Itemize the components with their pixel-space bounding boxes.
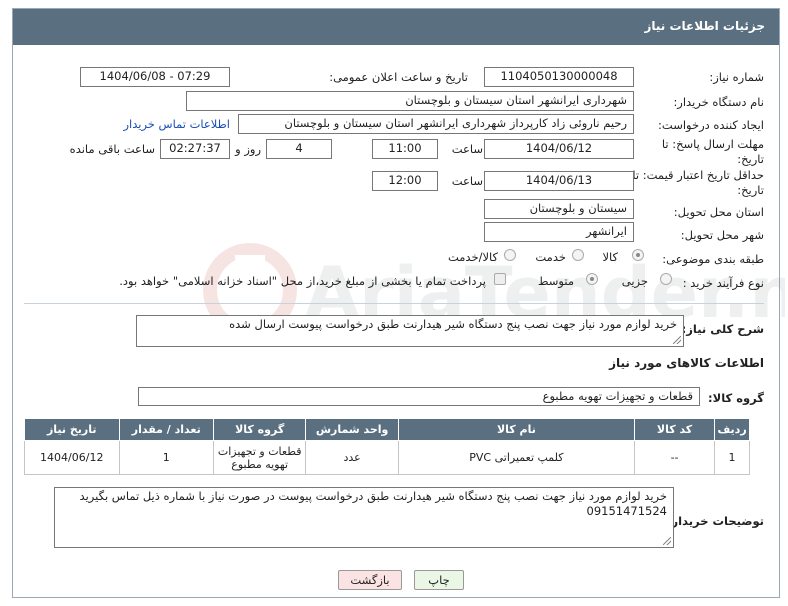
table-header-cell: کد کالا — [633, 418, 716, 441]
category-option-goods-service: کالا/خدمت — [447, 250, 498, 264]
category-option-service: خدمت — [535, 250, 566, 264]
delivery-city-label: شهر محل تحویل: — [680, 228, 764, 242]
description-textarea[interactable]: خرید لوازم مورد نیاز جهت نصب پنج دستگاه … — [136, 315, 684, 347]
table-cell-group: قطعات و تجهیزات تهویه مطبوع — [212, 440, 307, 475]
table-cell-quantity: 1 — [118, 440, 214, 475]
table-cell-unit: عدد — [305, 440, 399, 475]
goods-table: ردیف کد کالا نام کالا واحد شمارش گروه کا… — [24, 418, 750, 475]
price-validity-time-field: 12:00 — [372, 171, 438, 191]
description-label: شرح کلی نیاز: — [681, 322, 764, 336]
price-validity-label: حداقل تاریخ اعتبار قیمت: تا تاریخ: — [632, 168, 764, 197]
table-header-cell: گروه کالا — [212, 418, 307, 441]
table-header-cell: تعداد / مقدار — [118, 418, 214, 441]
price-validity-time-label: ساعت — [451, 174, 483, 188]
table-header-cell: ردیف — [714, 418, 750, 441]
deadline-time-label: ساعت — [451, 142, 483, 156]
table-cell-name: کلمپ تعمیراتی PVC — [397, 440, 636, 475]
category-label: طبقه بندی موضوعی: — [662, 252, 764, 266]
requester-label: ایجاد کننده درخواست: — [658, 118, 764, 132]
days-field: 4 — [266, 139, 332, 159]
category-radio-goods[interactable] — [632, 249, 644, 261]
buyer-org-label: نام دستگاه خریدار: — [673, 95, 764, 109]
requester-field: رحیم ناروئی زاد کارپرداز شهرداری ایرانشه… — [238, 114, 634, 134]
table-cell-row-number: 1 — [714, 440, 750, 475]
process-radio-medium[interactable] — [586, 273, 598, 285]
need-number-field: 1104050130000048 — [484, 67, 634, 87]
remaining-label: ساعت باقی مانده — [69, 142, 155, 156]
buyer-notes-label: توضیحات خریدار: — [666, 514, 764, 528]
process-label: نوع فرآیند خرید : — [682, 276, 764, 290]
table-header-cell: واحد شمارش — [305, 418, 399, 441]
process-option-minor: جزیی — [621, 274, 648, 288]
table-header-cell: نام کالا — [397, 418, 636, 441]
need-number-label: شماره نیاز: — [709, 70, 764, 84]
announce-field: 1404/06/08 - 07:29 — [80, 67, 230, 87]
print-button[interactable]: چاپ — [414, 570, 464, 590]
announce-label: تاریخ و ساعت اعلان عمومی: — [329, 70, 468, 84]
description-text: خرید لوازم مورد نیاز جهت نصب پنج دستگاه … — [229, 317, 677, 331]
treasury-note: پرداخت تمام یا بخشی از مبلغ خرید،از محل … — [119, 274, 486, 288]
divider — [24, 303, 764, 304]
buyer-notes-textarea[interactable]: خرید لوازم مورد نیاز جهت نصب پنج دستگاه … — [54, 487, 674, 548]
goods-group-field: قطعات و تجهیزات تهویه مطبوع — [138, 387, 700, 406]
resize-handle-icon[interactable] — [663, 537, 671, 545]
delivery-province-field: سیستان و بلوچستان — [484, 199, 634, 219]
goods-section-title: اطلاعات کالاهای مورد نیاز — [609, 356, 764, 370]
buyer-notes-text: خرید لوازم مورد نیاز جهت نصب پنج دستگاه … — [79, 489, 667, 518]
delivery-city-field: ایرانشهر — [484, 222, 634, 242]
table-cell-code: -- — [633, 440, 716, 475]
page-header: جزئیات اطلاعات نیاز — [13, 9, 779, 45]
page-title: جزئیات اطلاعات نیاز — [644, 19, 765, 33]
delivery-province-label: استان محل تحویل: — [673, 205, 764, 219]
table-header-row: ردیف کد کالا نام کالا واحد شمارش گروه کا… — [24, 418, 750, 441]
deadline-time-field: 11:00 — [372, 139, 438, 159]
table-cell-date: 1404/06/12 — [24, 440, 120, 475]
buyer-org-field: شهرداری ایرانشهر استان سیستان و بلوچستان — [186, 91, 634, 111]
process-option-medium: متوسط — [537, 274, 574, 288]
category-radio-service[interactable] — [572, 249, 584, 261]
category-option-goods: کالا — [602, 250, 618, 264]
category-radio-goods-service[interactable] — [504, 249, 516, 261]
goods-group-label: گروه کالا: — [708, 391, 764, 405]
deadline-date-field: 1404/06/12 — [484, 139, 634, 159]
treasury-checkbox[interactable] — [494, 273, 506, 285]
buyer-contact-link[interactable]: اطلاعات تماس خریدار — [123, 117, 230, 131]
days-label: روز و — [235, 142, 261, 156]
remaining-time-field: 02:27:37 — [160, 139, 230, 159]
table-header-cell: تاریخ نیاز — [24, 418, 120, 441]
process-radio-minor[interactable] — [660, 273, 672, 285]
back-button[interactable]: بازگشت — [338, 570, 402, 590]
deadline-label: مهلت ارسال پاسخ: تا تاریخ: — [661, 137, 764, 166]
resize-handle-icon[interactable] — [673, 336, 681, 344]
table-row: 1 -- کلمپ تعمیراتی PVC عدد قطعات و تجهیز… — [24, 440, 750, 475]
price-validity-date-field: 1404/06/13 — [484, 171, 634, 191]
